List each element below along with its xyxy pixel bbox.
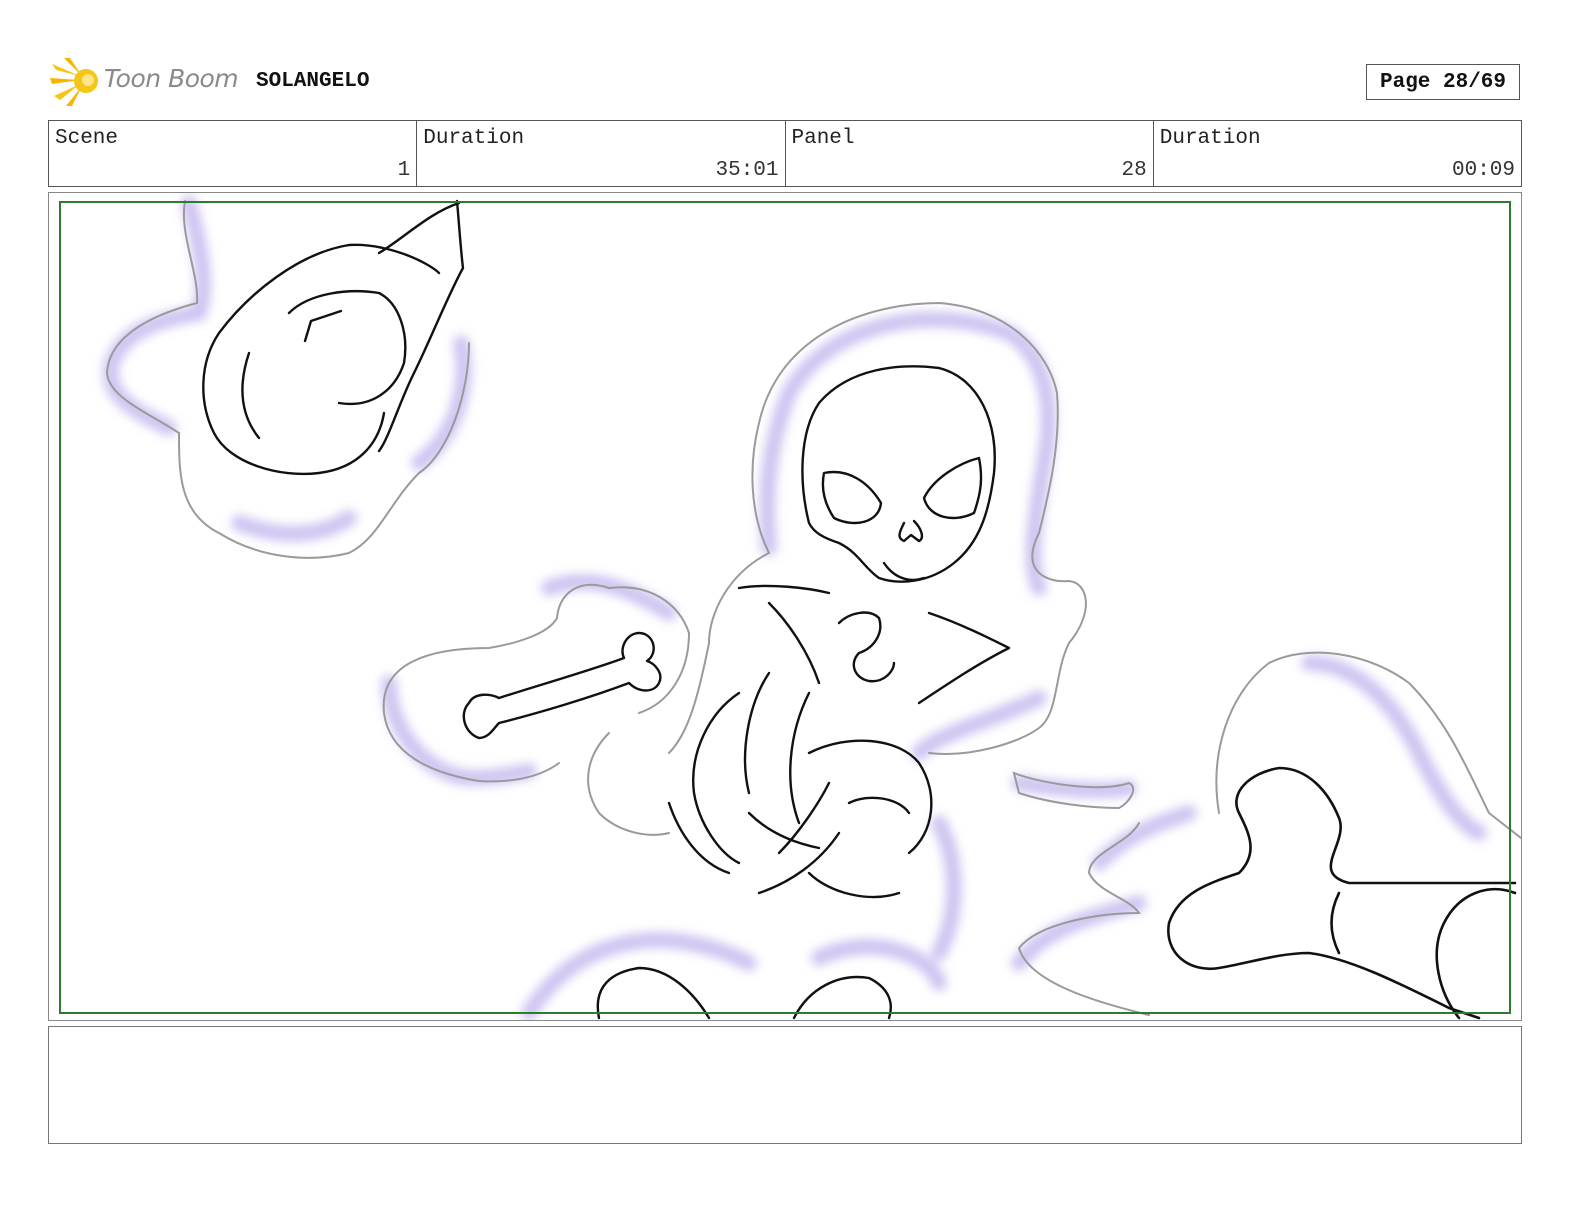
scene-duration-value: 35:01 bbox=[715, 159, 779, 182]
panel-label: Panel bbox=[791, 127, 855, 150]
panel-notes-box[interactable] bbox=[48, 1026, 1522, 1144]
skeleton-sketch bbox=[102, 195, 1521, 1020]
panel-value: 28 bbox=[1121, 159, 1147, 182]
scene-duration-cell: Duration 35:01 bbox=[417, 121, 786, 186]
logo-wordmark: Toon Boom bbox=[104, 64, 239, 93]
scene-info-row: Scene 1 Duration 35:01 Panel 28 Duration… bbox=[48, 120, 1522, 187]
project-title: SOLANGELO bbox=[256, 70, 370, 93]
page-indicator: Page 28/69 bbox=[1366, 64, 1520, 100]
toon-boom-logo: Toon Boom bbox=[50, 56, 240, 108]
panel-duration-value: 00:09 bbox=[1451, 159, 1515, 182]
scene-label: Scene bbox=[55, 127, 119, 150]
scene-cell: Scene 1 bbox=[49, 121, 418, 186]
panel-cell: Panel 28 bbox=[786, 121, 1154, 186]
sunburst-icon bbox=[50, 58, 98, 106]
panel-duration-cell: Duration 00:09 bbox=[1154, 121, 1521, 186]
storyboard-panel[interactable] bbox=[48, 192, 1522, 1021]
panel-duration-label: Duration bbox=[1159, 127, 1261, 150]
scene-value: 1 bbox=[397, 159, 411, 182]
scene-duration-label: Duration bbox=[423, 127, 525, 150]
